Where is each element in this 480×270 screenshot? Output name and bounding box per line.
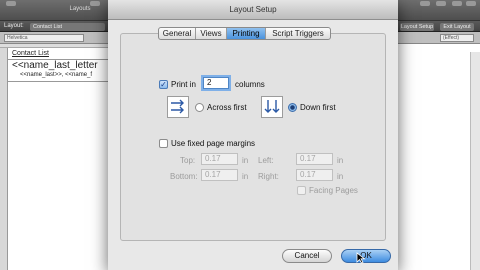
toolbar-icon[interactable] [452,1,462,6]
tab-script-triggers[interactable]: Script Triggers [266,28,330,39]
fixed-margins-checkbox[interactable] [159,139,168,148]
toolbar-icon[interactable] [6,1,16,6]
toolbar-icon[interactable] [466,1,476,6]
bottom-margin-field[interactable]: 0.17 [201,169,238,181]
across-first-icon [167,96,189,118]
right-margin-label: Right: [258,172,279,181]
ruler [0,44,108,48]
tab-printing[interactable]: Printing [227,28,266,39]
print-in-columns-checkbox[interactable]: ✓ [159,80,168,89]
down-first-label: Down first [300,103,336,112]
bottom-margin-unit: in [242,172,249,181]
layouts-caption: Layouts [69,6,91,12]
part-divider [8,81,108,82]
toolbar-icon[interactable] [420,1,430,6]
columns-label: columns [235,80,265,89]
across-first-radio[interactable] [195,103,204,112]
toolbar-icon[interactable] [436,1,446,6]
layout-setup-dialog: Layout Setup General Views Printing Scri… [108,0,398,270]
print-in-label: Print in [171,80,196,89]
dialog-title: Layout Setup [229,5,277,14]
down-arrows-icon [264,100,280,113]
down-first-icon [261,96,283,118]
across-first-label: Across first [207,103,247,112]
right-margin-field[interactable]: 0.17 [296,169,333,181]
printing-panel: ✓ Print in 2 columns Across first Down f… [120,33,386,241]
field-name-last-letter[interactable]: <<name_last_letter [12,60,98,71]
left-margin-unit: in [337,156,344,165]
fixed-margins-label: Use fixed page margins [171,139,256,148]
tab-bar: General Views Printing Script Triggers [158,27,331,40]
layout-select[interactable]: Contact List [30,23,105,31]
columns-count-field[interactable]: 2 [203,77,229,89]
across-arrows-icon [171,99,184,114]
effect-select[interactable]: (Effect) [440,34,474,42]
down-first-radio[interactable] [288,103,297,112]
part-labels [0,48,8,270]
font-select[interactable]: Helvetica [4,34,84,42]
field-name-body[interactable]: <<name_last>>, <<name_f [20,72,92,78]
top-margin-label: Top: [180,156,196,165]
facing-pages-checkbox[interactable] [297,186,306,195]
bottom-margin-label: Bottom: [170,172,198,181]
ok-button[interactable]: OK [341,249,391,263]
layout-canvas-right[interactable] [398,44,480,270]
tab-views[interactable]: Views [196,28,227,39]
header-text[interactable]: Contact List [12,50,49,57]
layout-setup-button[interactable]: Layout Setup [400,23,434,31]
right-margin-unit: in [337,172,344,181]
tab-general[interactable]: General [159,28,196,39]
exit-layout-button[interactable]: Exit Layout [440,23,474,31]
vertical-scrollbar[interactable] [470,52,480,270]
mouse-cursor-icon [356,252,366,264]
top-margin-field[interactable]: 0.17 [201,153,238,165]
left-margin-label: Left: [258,156,274,165]
top-margin-unit: in [242,156,249,165]
layout-canvas[interactable]: Contact List <<name_last_letter <<name_l… [0,44,108,270]
left-margin-field[interactable]: 0.17 [296,153,333,165]
layout-label: Layout: [4,23,24,29]
facing-pages-label: Facing Pages [309,186,358,195]
cancel-button[interactable]: Cancel [282,249,332,263]
dialog-titlebar: Layout Setup [108,0,398,20]
